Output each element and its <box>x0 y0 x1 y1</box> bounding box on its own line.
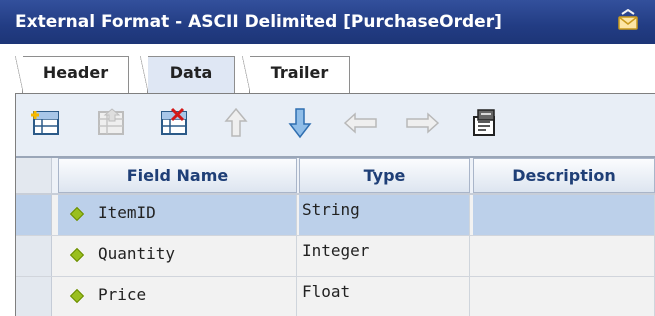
description-cell[interactable] <box>473 277 655 316</box>
tab-data[interactable]: Data <box>140 56 235 93</box>
move-left-button[interactable] <box>343 105 379 141</box>
description-cell[interactable] <box>473 236 655 276</box>
external-format-window: External Format - ASCII Delimited [Purch… <box>0 0 655 316</box>
table-insert-icon <box>98 108 124 135</box>
arrow-right-icon <box>406 112 440 134</box>
fields-grid: Field Name Type Description ItemID Strin… <box>16 158 655 316</box>
tab-header[interactable]: Header <box>15 56 129 93</box>
table-delete-icon <box>161 107 187 135</box>
move-up-button[interactable] <box>218 105 254 141</box>
row-selector[interactable] <box>16 277 52 316</box>
table-add-icon <box>31 111 59 135</box>
row-selector[interactable] <box>16 236 52 276</box>
column-header-field-name[interactable]: Field Name <box>58 158 297 193</box>
add-row-button[interactable] <box>28 105 64 141</box>
arrow-down-icon <box>288 108 312 139</box>
properties-button[interactable] <box>466 105 502 141</box>
move-down-button[interactable] <box>282 105 318 141</box>
insert-row-button[interactable] <box>93 105 129 141</box>
arrow-left-icon <box>343 112 377 134</box>
properties-icon <box>473 109 495 136</box>
field-name: Price <box>98 285 147 304</box>
field-name: Quantity <box>98 244 176 263</box>
table-row[interactable]: ItemID String <box>16 195 655 236</box>
field-diamond-icon <box>69 247 85 263</box>
toolbar <box>16 94 655 158</box>
arrow-up-icon <box>224 107 248 137</box>
type-cell[interactable]: Float <box>299 277 470 316</box>
column-header-type[interactable]: Type <box>299 158 470 193</box>
title-bar: External Format - ASCII Delimited [Purch… <box>0 0 655 44</box>
type-cell[interactable]: String <box>299 195 470 235</box>
window-status-icon <box>618 9 638 30</box>
tab-strip: Header Data Trailer <box>0 44 655 94</box>
row-selector[interactable] <box>16 195 52 235</box>
grid-header-row: Field Name Type Description <box>16 158 655 195</box>
delete-row-button[interactable] <box>156 105 192 141</box>
field-diamond-icon <box>69 288 85 304</box>
description-cell[interactable] <box>473 195 655 235</box>
column-header-description[interactable]: Description <box>473 158 655 193</box>
type-cell[interactable]: Integer <box>299 236 470 276</box>
row-selector-header <box>16 158 52 193</box>
table-row[interactable]: Price Float <box>16 277 655 316</box>
move-right-button[interactable] <box>404 105 440 141</box>
field-diamond-icon <box>69 206 85 222</box>
field-name-cell[interactable]: Quantity <box>58 236 297 276</box>
data-panel: Field Name Type Description ItemID Strin… <box>15 93 655 316</box>
tab-trailer[interactable]: Trailer <box>242 56 350 93</box>
field-name-cell[interactable]: Price <box>58 277 297 316</box>
table-row[interactable]: Quantity Integer <box>16 236 655 277</box>
window-title: External Format - ASCII Delimited [Purch… <box>15 12 502 32</box>
field-name: ItemID <box>98 203 156 222</box>
field-name-cell[interactable]: ItemID <box>58 195 297 235</box>
